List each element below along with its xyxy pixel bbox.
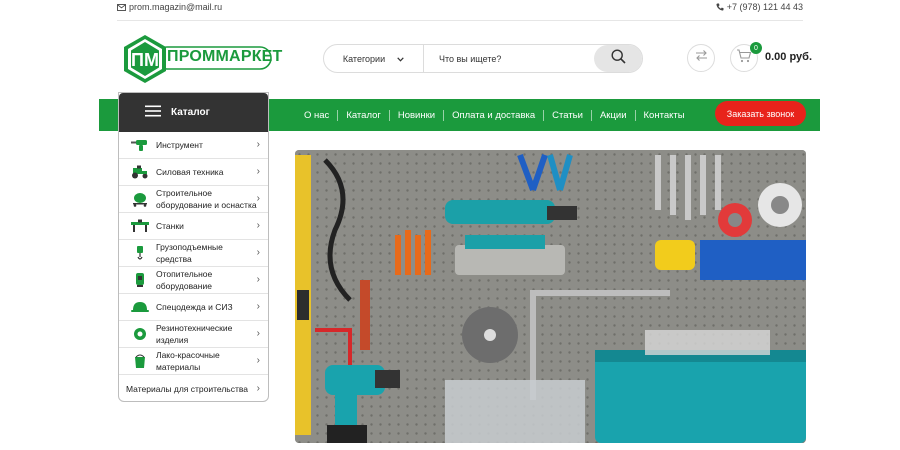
catalog-item-machine-tools[interactable]: Станки › <box>119 213 268 240</box>
chevron-right-icon: › <box>256 382 260 394</box>
catalog-item-building-materials[interactable]: Материалы для строительства › <box>119 375 268 401</box>
email-text: prom.magazin@mail.ru <box>129 2 223 12</box>
search-bar: Категории <box>323 44 643 73</box>
chevron-right-icon: › <box>256 139 260 150</box>
catalog-item-label: Отопительное оборудование <box>156 269 213 291</box>
catalog-item-label: Лако-красочные материалы <box>156 350 220 372</box>
callback-button[interactable]: Заказать звонок <box>715 101 806 126</box>
cart-total[interactable]: 0.00 руб. <box>765 51 812 63</box>
logo-mark: ПМ <box>131 50 159 70</box>
catalog-item-label: Инструмент <box>156 140 203 150</box>
drill-icon <box>130 137 150 153</box>
catalog-sidebar: Каталог Инструмент › Силовая техника › С… <box>118 92 269 402</box>
catalog-item-lifting-equipment[interactable]: Грузоподъемные средства › <box>119 240 268 267</box>
catalog-item-label: Станки <box>156 221 184 231</box>
email-contact[interactable]: prom.magazin@mail.ru <box>117 2 222 12</box>
rubber-icon <box>130 326 150 342</box>
cart-icon <box>736 48 752 68</box>
catalog-header[interactable]: Каталог <box>119 93 268 132</box>
chevron-right-icon: › <box>256 355 260 366</box>
cart-count-badge: 0 <box>750 42 762 54</box>
catalog-item-label: Строительное оборудование и оснастка <box>156 188 257 210</box>
chevron-right-icon: › <box>256 274 260 285</box>
concrete-mixer-icon <box>130 191 150 207</box>
top-divider <box>117 20 803 21</box>
catalog-item-rubber-products[interactable]: Резинотехнические изделия › <box>119 321 268 348</box>
catalog-item-label: Спецодежда и СИЗ <box>156 302 233 312</box>
heater-icon <box>130 272 150 288</box>
top-info-bar: prom.magazin@mail.ru +7 (978) 121 44 43 <box>117 0 803 14</box>
catalog-item-workwear[interactable]: Спецодежда и СИЗ › <box>119 294 268 321</box>
category-select-label: Категории <box>342 53 386 64</box>
category-select[interactable]: Категории <box>324 45 424 72</box>
nav-item-about[interactable]: О нас <box>296 110 337 121</box>
nav-item-articles[interactable]: Статьи <box>543 109 591 121</box>
helmet-icon <box>130 299 150 315</box>
machine-tool-icon <box>130 218 150 234</box>
hamburger-icon <box>145 105 161 120</box>
search-icon <box>610 48 626 69</box>
catalog-item-power-equipment[interactable]: Силовая техника › <box>119 159 268 186</box>
catalog-item-label: Материалы для строительства <box>126 383 249 394</box>
hero-tools-image <box>295 150 806 443</box>
search-input[interactable] <box>424 45 594 72</box>
phone-text: +7 (978) 121 44 43 <box>726 2 803 12</box>
tractor-icon <box>130 164 150 180</box>
nav-item-payment-delivery[interactable]: Оплата и доставка <box>443 109 543 121</box>
main-nav: О нас Каталог Новинки Оплата и доставка … <box>296 99 693 131</box>
catalog-item-paints[interactable]: Лако-красочные материалы › <box>119 348 268 375</box>
phone-icon <box>716 3 724 11</box>
envelope-icon <box>117 3 126 11</box>
catalog-item-tools[interactable]: Инструмент › <box>119 132 268 159</box>
catalog-item-label: Грузоподъемные средства <box>156 242 223 264</box>
phone-contact[interactable]: +7 (978) 121 44 43 <box>716 2 803 12</box>
chevron-right-icon: › <box>256 328 260 339</box>
catalog-item-construction-equipment[interactable]: Строительное оборудование и оснастка › <box>119 186 268 213</box>
catalog-item-label: Силовая техника <box>156 167 224 177</box>
chevron-right-icon: › <box>256 220 260 231</box>
catalog-title: Каталог <box>171 107 210 118</box>
paint-bucket-icon <box>130 353 150 369</box>
search-button[interactable] <box>594 45 642 72</box>
compare-button[interactable] <box>687 44 715 72</box>
chevron-down-icon <box>397 54 404 64</box>
hoist-icon <box>130 245 150 261</box>
nav-item-promotions[interactable]: Акции <box>590 109 635 121</box>
nav-item-contacts[interactable]: Контакты <box>634 109 693 121</box>
nav-item-new[interactable]: Новинки <box>388 109 443 121</box>
compare-arrows-icon <box>694 49 709 67</box>
hero-banner[interactable] <box>295 150 806 443</box>
chevron-right-icon: › <box>256 301 260 312</box>
chevron-right-icon: › <box>256 247 260 258</box>
catalog-item-heating-equipment[interactable]: Отопительное оборудование › <box>119 267 268 294</box>
nav-item-catalog[interactable]: Каталог <box>337 109 389 121</box>
logo-text: ПРОММАРКЕТ <box>167 48 283 65</box>
chevron-right-icon: › <box>256 193 260 204</box>
chevron-right-icon: › <box>256 166 260 177</box>
catalog-item-label: Резинотехнические изделия <box>156 323 233 345</box>
